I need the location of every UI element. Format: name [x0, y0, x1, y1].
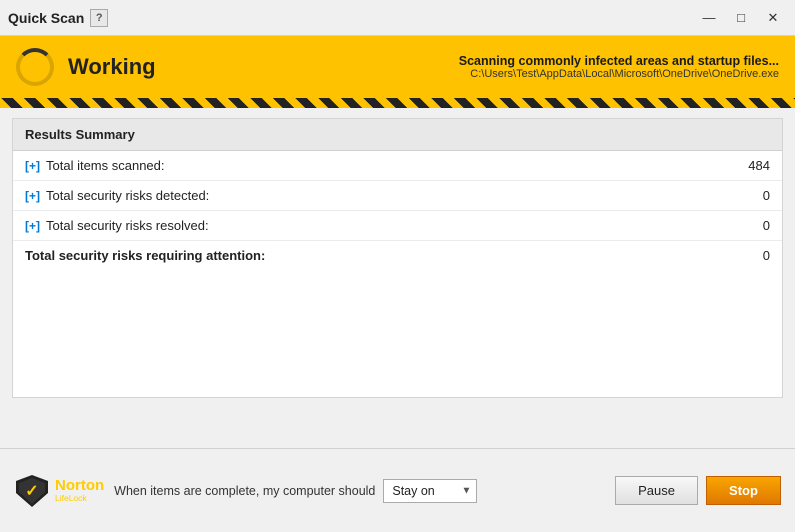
status-bar: Working Scanning commonly infected areas… — [0, 36, 795, 98]
table-row: [+] Total security risks resolved:0 — [13, 211, 782, 241]
expand-icon[interactable]: [+] — [25, 189, 40, 203]
result-value: 0 — [740, 218, 770, 233]
results-header: Results Summary — [13, 119, 782, 151]
working-spinner — [16, 48, 54, 86]
help-button[interactable]: ? — [90, 9, 108, 27]
pause-button[interactable]: Pause — [615, 476, 698, 505]
window-title: Quick Scan — [8, 10, 84, 26]
maximize-button[interactable]: □ — [727, 7, 755, 29]
table-row: [+] Total items scanned:484 — [13, 151, 782, 181]
computer-action-select[interactable]: Stay on Shut down Restart Sleep — [383, 479, 477, 503]
expand-icon[interactable]: [+] — [25, 159, 40, 173]
title-bar-title: Quick Scan ? — [8, 9, 695, 27]
result-value: 0 — [740, 188, 770, 203]
computer-action: When items are complete, my computer sho… — [114, 479, 605, 503]
close-button[interactable]: ✕ — [759, 7, 787, 29]
svg-text:✓: ✓ — [25, 483, 38, 500]
results-rows: [+] Total items scanned:484 [+] Total secur… — [13, 151, 782, 270]
action-label: When items are complete, my computer sho… — [114, 484, 375, 498]
working-label: Working — [68, 54, 445, 80]
result-value: 484 — [740, 158, 770, 173]
norton-brand: Norton — [55, 478, 104, 495]
result-label: Total security risks detected: — [46, 188, 740, 203]
window-controls: — □ ✕ — [695, 7, 787, 29]
result-label: Total security risks requiring attention… — [25, 248, 740, 263]
result-label: Total security risks resolved: — [46, 218, 740, 233]
scan-secondary-text: C:\Users\Test\AppData\Local\Microsoft\On… — [459, 68, 779, 80]
table-row: [+] Total security risks detected:0 — [13, 181, 782, 211]
results-panel: Results Summary [+] Total items scanned:4… — [12, 118, 783, 398]
norton-logo: ✓ Norton LifeLock — [14, 473, 104, 509]
minimize-button[interactable]: — — [695, 7, 723, 29]
norton-shield-icon: ✓ — [14, 473, 50, 509]
hazard-stripe — [0, 98, 795, 108]
norton-text: Norton LifeLock — [55, 478, 104, 504]
action-buttons: Pause Stop — [615, 476, 781, 505]
title-bar: Quick Scan ? — □ ✕ — [0, 0, 795, 36]
scan-primary-text: Scanning commonly infected areas and sta… — [459, 54, 779, 68]
expand-icon[interactable]: [+] — [25, 219, 40, 233]
action-select-wrapper[interactable]: Stay on Shut down Restart Sleep ▼ — [383, 479, 477, 503]
table-row: Total security risks requiring attention… — [13, 241, 782, 270]
stop-button[interactable]: Stop — [706, 476, 781, 505]
result-value: 0 — [740, 248, 770, 263]
result-label: Total items scanned: — [46, 158, 740, 173]
scan-info: Scanning commonly infected areas and sta… — [459, 54, 779, 80]
bottom-inner: ✓ Norton LifeLock When items are complet… — [14, 473, 781, 509]
bottom-area: ✓ Norton LifeLock When items are complet… — [0, 448, 795, 532]
norton-subbrand: LifeLock — [55, 494, 104, 503]
